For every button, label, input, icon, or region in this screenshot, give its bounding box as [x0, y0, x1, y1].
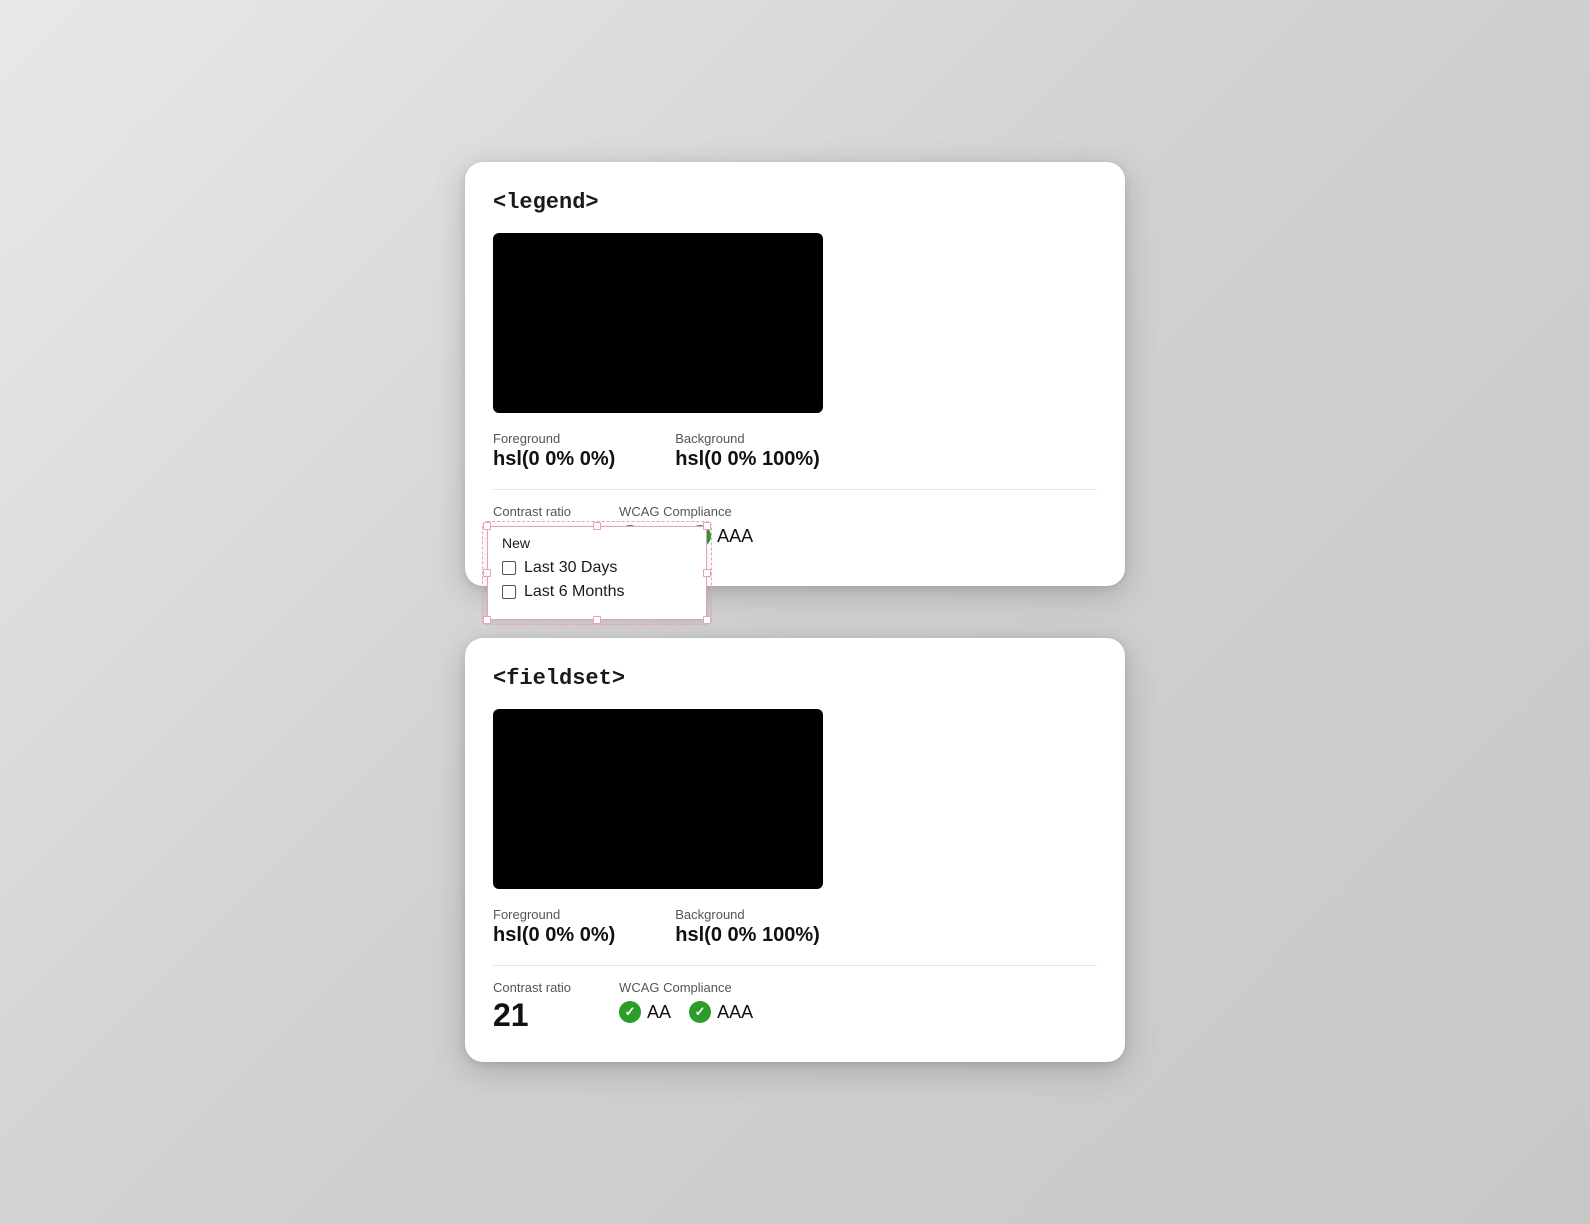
wcag-aa-badge-fieldset: ✓ AA [619, 1001, 671, 1023]
handle-br [703, 616, 711, 624]
handle-ml [483, 569, 491, 577]
popup-checkbox-2[interactable] [502, 585, 516, 599]
aaa-check-fieldset: ✓ [689, 1001, 711, 1023]
background-label-fieldset: Background [675, 907, 820, 922]
foreground-value-legend: hsl(0 0% 0%) [493, 448, 615, 471]
handle-bm [593, 616, 601, 624]
background-label-legend: Background [675, 431, 820, 446]
handle-tl [483, 522, 491, 530]
popup-item-1[interactable]: Last 30 Days [502, 559, 688, 577]
legend-card-title: <legend> [493, 190, 1097, 215]
color-preview-legend [493, 233, 823, 413]
aa-check-fieldset: ✓ [619, 1001, 641, 1023]
divider-legend [493, 489, 1097, 490]
contrast-label-legend: Contrast ratio [493, 504, 571, 519]
contrast-value-fieldset: 21 [493, 997, 571, 1034]
popup-item-2-label: Last 6 Months [524, 583, 625, 601]
fieldset-card: <fieldset> Foreground hsl(0 0% 0%) Backg… [465, 638, 1125, 1062]
foreground-label-fieldset: Foreground [493, 907, 615, 922]
color-preview-fieldset [493, 709, 823, 889]
contrast-block-fieldset: Contrast ratio 21 [493, 980, 571, 1034]
background-block-legend: Background hsl(0 0% 100%) [675, 431, 820, 471]
divider-fieldset [493, 965, 1097, 966]
handle-tm [593, 522, 601, 530]
popup-item-2[interactable]: Last 6 Months [502, 583, 688, 601]
wcag-aaa-badge-fieldset: ✓ AAA [689, 1001, 753, 1023]
background-value-legend: hsl(0 0% 100%) [675, 448, 820, 471]
popup-checkbox-1[interactable] [502, 561, 516, 575]
selection-popup: New Last 30 Days Last 6 Months [487, 526, 707, 620]
foreground-block-legend: Foreground hsl(0 0% 0%) [493, 431, 615, 471]
color-labels-row-legend: Foreground hsl(0 0% 0%) Background hsl(0… [493, 431, 1097, 471]
aa-label-fieldset: AA [647, 1002, 671, 1023]
contrast-label-fieldset: Contrast ratio [493, 980, 571, 995]
foreground-value-fieldset: hsl(0 0% 0%) [493, 924, 615, 947]
foreground-block-fieldset: Foreground hsl(0 0% 0%) [493, 907, 615, 947]
handle-mr [703, 569, 711, 577]
popup-item-1-label: Last 30 Days [524, 559, 617, 577]
wcag-block-fieldset: WCAG Compliance ✓ AA ✓ AAA [619, 980, 753, 1023]
foreground-label-legend: Foreground [493, 431, 615, 446]
legend-card: <legend> Foreground hsl(0 0% 0%) Backgro… [465, 162, 1125, 586]
wcag-label-legend: WCAG Compliance [619, 504, 753, 519]
background-value-fieldset: hsl(0 0% 100%) [675, 924, 820, 947]
wcag-badges-fieldset: ✓ AA ✓ AAA [619, 1001, 753, 1023]
popup-legend-text: New [502, 535, 688, 551]
handle-bl [483, 616, 491, 624]
wcag-label-fieldset: WCAG Compliance [619, 980, 753, 995]
metrics-row-fieldset: Contrast ratio 21 WCAG Compliance ✓ AA ✓… [493, 980, 1097, 1034]
aaa-label-fieldset: AAA [717, 1002, 753, 1023]
fieldset-card-title: <fieldset> [493, 666, 1097, 691]
color-labels-row-fieldset: Foreground hsl(0 0% 0%) Background hsl(0… [493, 907, 1097, 947]
aaa-label-legend: AAA [717, 526, 753, 547]
background-block-fieldset: Background hsl(0 0% 100%) [675, 907, 820, 947]
handle-tr [703, 522, 711, 530]
